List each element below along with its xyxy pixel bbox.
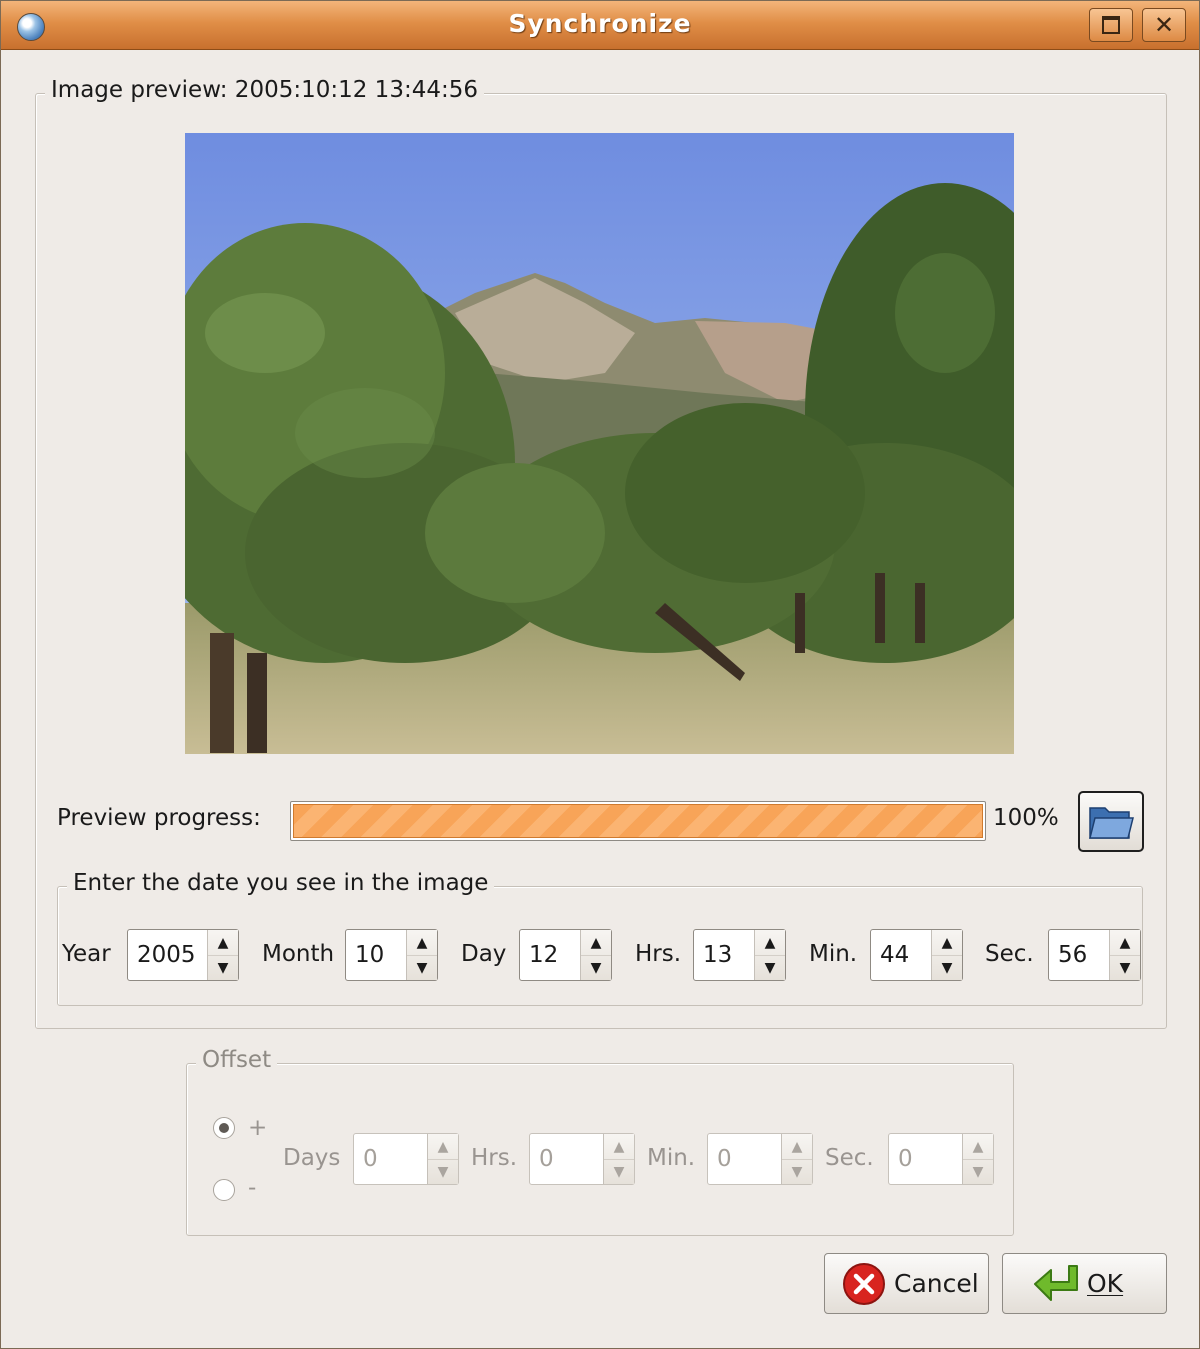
year-up-button[interactable]: ▲ bbox=[208, 930, 238, 956]
offset-hours-spin[interactable]: 0 ▲ ▼ bbox=[529, 1133, 635, 1185]
month-label: Month bbox=[262, 941, 335, 967]
day-up-button[interactable]: ▲ bbox=[581, 930, 611, 956]
offset-seconds-up-button[interactable]: ▲ bbox=[963, 1134, 993, 1160]
offset-days-label: Days bbox=[283, 1145, 341, 1171]
cancel-label: Cancel bbox=[894, 1269, 979, 1298]
preview-progress-label: Preview progress: bbox=[57, 805, 261, 831]
minutes-label: Min. bbox=[809, 941, 858, 967]
cancel-button[interactable]: Cancel bbox=[824, 1253, 989, 1314]
year-value: 2005 bbox=[137, 942, 196, 968]
offset-seconds-down-button[interactable]: ▼ bbox=[963, 1159, 993, 1184]
offset-hours-value: 0 bbox=[539, 1146, 554, 1172]
minutes-down-button[interactable]: ▼ bbox=[932, 955, 962, 980]
offset-seconds-label: Sec. bbox=[825, 1145, 874, 1171]
hours-spin[interactable]: 13 ▲ ▼ bbox=[693, 929, 786, 981]
minutes-value: 44 bbox=[880, 942, 910, 968]
seconds-up-button[interactable]: ▲ bbox=[1110, 930, 1140, 956]
day-label: Day bbox=[461, 941, 507, 967]
month-up-button[interactable]: ▲ bbox=[407, 930, 437, 956]
offset-days-up-button[interactable]: ▲ bbox=[428, 1134, 458, 1160]
radio-selected-dot bbox=[219, 1123, 229, 1133]
year-down-button[interactable]: ▼ bbox=[208, 955, 238, 980]
offset-days-spin[interactable]: 0 ▲ ▼ bbox=[353, 1133, 459, 1185]
offset-hours-up-button[interactable]: ▲ bbox=[604, 1134, 634, 1160]
offset-minutes-up-button[interactable]: ▲ bbox=[782, 1134, 812, 1160]
minutes-up-button[interactable]: ▲ bbox=[932, 930, 962, 956]
offset-minus-label: - bbox=[248, 1175, 257, 1201]
open-image-button[interactable] bbox=[1078, 791, 1144, 852]
preview-progress-bar bbox=[290, 801, 986, 841]
year-spin[interactable]: 2005 ▲ ▼ bbox=[127, 929, 239, 981]
seconds-spin[interactable]: 56 ▲ ▼ bbox=[1048, 929, 1141, 981]
progress-fill bbox=[293, 804, 983, 838]
offset-minutes-spin[interactable]: 0 ▲ ▼ bbox=[707, 1133, 813, 1185]
preview-progress-percent: 100% bbox=[993, 805, 1059, 831]
preview-image bbox=[185, 133, 1014, 754]
offset-hours-down-button[interactable]: ▼ bbox=[604, 1159, 634, 1184]
close-button[interactable]: ✕ bbox=[1142, 8, 1186, 42]
hours-up-button[interactable]: ▲ bbox=[755, 930, 785, 956]
month-down-button[interactable]: ▼ bbox=[407, 955, 437, 980]
month-spin[interactable]: 10 ▲ ▼ bbox=[345, 929, 438, 981]
hours-label: Hrs. bbox=[635, 941, 682, 967]
offset-plus-radio[interactable] bbox=[213, 1117, 235, 1139]
offset-minutes-label: Min. bbox=[647, 1145, 696, 1171]
seconds-value: 56 bbox=[1058, 942, 1088, 968]
month-value: 10 bbox=[355, 942, 385, 968]
hours-down-button[interactable]: ▼ bbox=[755, 955, 785, 980]
offset-minus-radio[interactable] bbox=[213, 1179, 235, 1201]
offset-days-value: 0 bbox=[363, 1146, 378, 1172]
day-down-button[interactable]: ▼ bbox=[581, 955, 611, 980]
offset-seconds-spin[interactable]: 0 ▲ ▼ bbox=[888, 1133, 994, 1185]
day-value: 12 bbox=[529, 942, 559, 968]
image-preview-label: Image preview: 2005:10:12 13:44:56 bbox=[45, 76, 484, 104]
enter-arrow-icon bbox=[1034, 1264, 1078, 1301]
offset-minutes-down-button[interactable]: ▼ bbox=[782, 1159, 812, 1184]
offset-plus-label: + bbox=[248, 1115, 268, 1141]
offset-label: Offset bbox=[196, 1046, 278, 1074]
seconds-label: Sec. bbox=[985, 941, 1034, 967]
window-title: Synchronize bbox=[508, 9, 692, 38]
cancel-circle-icon bbox=[843, 1262, 885, 1305]
folder-open-icon bbox=[1089, 806, 1134, 839]
year-label: Year bbox=[62, 941, 111, 967]
minutes-spin[interactable]: 44 ▲ ▼ bbox=[870, 929, 963, 981]
offset-minutes-value: 0 bbox=[717, 1146, 732, 1172]
hours-value: 13 bbox=[703, 942, 733, 968]
synchronize-dialog: Synchronize ✕ Image preview: 2005:10:12 … bbox=[0, 0, 1200, 1349]
date-entry-label: Enter the date you see in the image bbox=[67, 869, 495, 897]
ok-label: OK bbox=[1087, 1269, 1124, 1298]
offset-seconds-value: 0 bbox=[898, 1146, 913, 1172]
title-bar[interactable]: Synchronize ✕ bbox=[1, 1, 1199, 50]
close-icon: ✕ bbox=[1153, 11, 1175, 39]
day-spin[interactable]: 12 ▲ ▼ bbox=[519, 929, 612, 981]
maximize-button[interactable] bbox=[1089, 8, 1133, 42]
offset-days-down-button[interactable]: ▼ bbox=[428, 1159, 458, 1184]
maximize-icon bbox=[1102, 16, 1120, 34]
offset-hours-label: Hrs. bbox=[471, 1145, 518, 1171]
seconds-down-button[interactable]: ▼ bbox=[1110, 955, 1140, 980]
ok-button[interactable]: OK bbox=[1002, 1253, 1167, 1314]
